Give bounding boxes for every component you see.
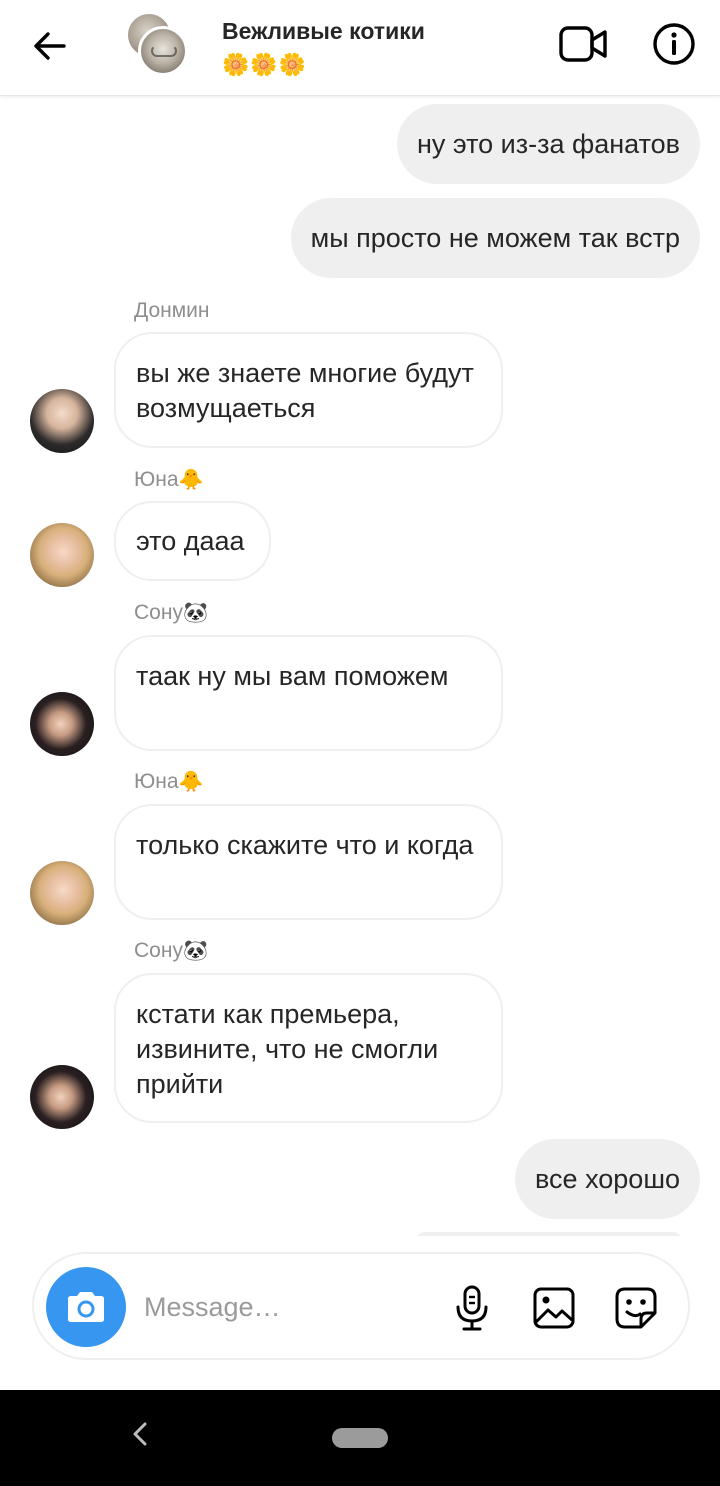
avatar[interactable] (30, 692, 94, 756)
incoming-message[interactable]: это дааа (114, 501, 271, 581)
incoming-message[interactable]: вы же знаете многие будут возмущаеться (114, 332, 503, 448)
info-circle-icon (653, 23, 695, 65)
message-input[interactable] (144, 1284, 424, 1330)
message-list[interactable]: ну это из-за фанатов мы просто не можем … (0, 96, 720, 1236)
avatar[interactable] (30, 389, 94, 453)
sticker-icon (615, 1287, 657, 1329)
gallery-button[interactable] (530, 1284, 578, 1332)
avatar[interactable] (30, 523, 94, 587)
outgoing-message-partial (414, 1232, 684, 1236)
camera-button[interactable] (46, 1267, 126, 1347)
chat-title[interactable]: Вежливые котики (222, 18, 425, 45)
sender-name: Юна🐥 (134, 770, 204, 793)
microphone-button[interactable] (450, 1284, 494, 1332)
microphone-icon (456, 1285, 488, 1331)
sender-name: Сону🐼 (134, 939, 208, 962)
system-navigation-bar (0, 1390, 720, 1486)
message-composer (32, 1252, 690, 1360)
avatar[interactable] (30, 1065, 94, 1129)
avatar[interactable] (30, 861, 94, 925)
incoming-message[interactable]: кстати как премьера, извините, что не см… (114, 973, 503, 1123)
chat-header: Вежливые котики 🌼🌼🌼 (0, 0, 720, 96)
back-button[interactable] (26, 22, 74, 70)
image-icon (533, 1287, 575, 1329)
sender-name: Донмин (134, 299, 210, 322)
outgoing-message[interactable]: все хорошо (515, 1139, 700, 1219)
nav-home-pill[interactable] (332, 1428, 388, 1448)
arrow-left-icon (34, 32, 66, 60)
camera-icon (68, 1292, 104, 1322)
nav-back-button[interactable] (124, 1414, 156, 1454)
video-call-button[interactable] (556, 20, 610, 68)
group-avatar[interactable] (126, 12, 192, 78)
outgoing-message[interactable]: ну это из-за фанатов (396, 104, 700, 184)
group-avatar-front (138, 26, 188, 76)
sender-name: Юна🐥 (134, 468, 204, 491)
info-button[interactable] (650, 20, 698, 68)
incoming-message[interactable]: только скажите что и когда (114, 804, 503, 920)
sender-name: Сону🐼 (134, 601, 208, 624)
video-camera-icon (559, 26, 607, 62)
incoming-message[interactable]: таак ну мы вам поможем (114, 635, 503, 751)
outgoing-message[interactable]: мы просто не можем так встр (290, 198, 700, 278)
chat-subtitle: 🌼🌼🌼 (222, 52, 308, 77)
sticker-button[interactable] (612, 1284, 660, 1332)
chevron-left-icon (133, 1422, 147, 1446)
